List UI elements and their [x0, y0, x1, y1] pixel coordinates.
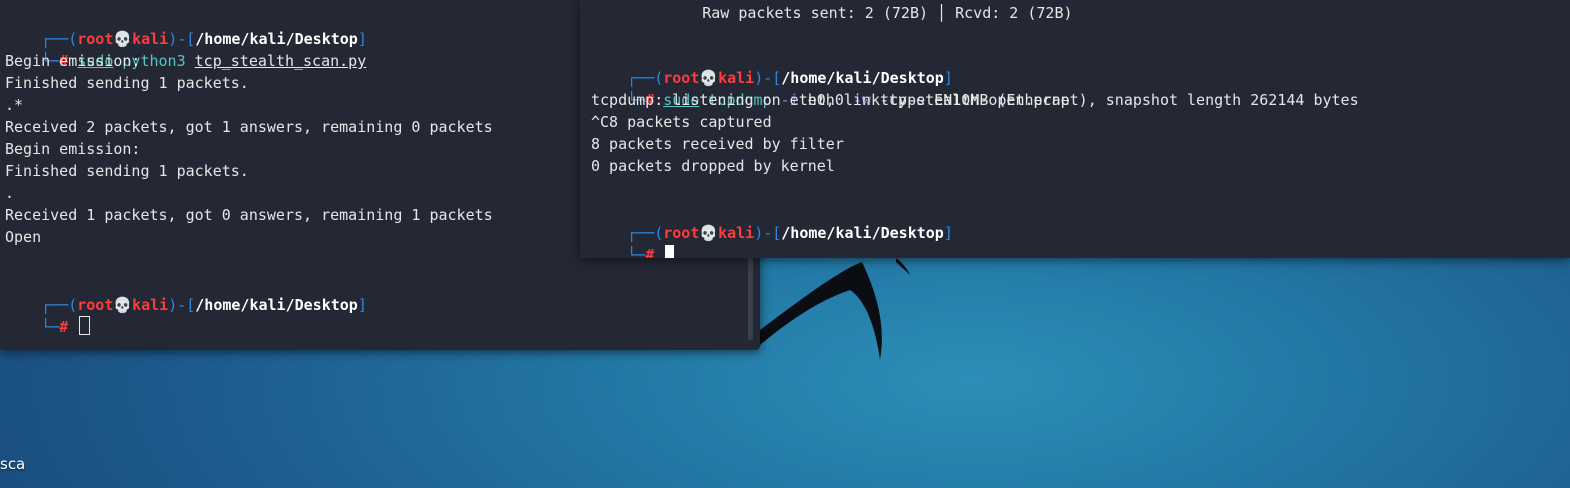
prompt-line: ┌──(root💀kali)-[/home/kali/Desktop]	[41, 30, 367, 48]
prompt-line: ┌──(root💀kali)-[/home/kali/Desktop]	[627, 224, 953, 242]
output-line: .	[5, 184, 15, 202]
text-cursor	[79, 316, 91, 335]
output-line: Raw packets sent: 2 (72B) │ Rcvd: 2 (72B…	[630, 4, 1073, 22]
output-line: ^C8 packets captured	[591, 113, 772, 131]
output-line: 0 packets dropped by kernel	[591, 157, 835, 175]
desktop-icon-label[interactable]: sca	[0, 455, 25, 473]
output-line: Begin emission:	[5, 52, 141, 70]
output-line: Open	[5, 228, 42, 246]
output-line: Received 1 packets, got 0 answers, remai…	[5, 206, 493, 224]
text-cursor	[665, 245, 675, 258]
command-input-line[interactable]: └─#	[591, 222, 675, 258]
skull-icon: 💀	[699, 224, 719, 242]
output-line: tcpdump: listening on eth0, link-type EN…	[591, 91, 1359, 109]
command-input-line[interactable]: └─#	[5, 294, 91, 336]
output-line: Finished sending 1 packets.	[5, 74, 249, 92]
output-line: 8 packets received by filter	[591, 135, 844, 153]
prompt-line: ┌──(root💀kali)-[/home/kali/Desktop]	[627, 69, 953, 87]
output-line: Finished sending 1 packets.	[5, 162, 249, 180]
output-line: .*	[5, 96, 24, 114]
output-line: Begin emission:	[5, 140, 141, 158]
prompt-line: ┌──(root💀kali)-[/home/kali/Desktop]	[41, 296, 367, 314]
output-line: Received 2 packets, got 1 answers, remai…	[5, 118, 493, 136]
terminal-window-right[interactable]: Raw packets sent: 2 (72B) │ Rcvd: 2 (72B…	[580, 0, 1570, 258]
command-line: └─# sudo tcpdump -i eth0 -w tcp-stealth-…	[627, 91, 1070, 109]
command-line: └─# sudo python3 tcp_stealth_scan.py	[41, 52, 367, 70]
skull-icon: 💀	[113, 296, 133, 314]
